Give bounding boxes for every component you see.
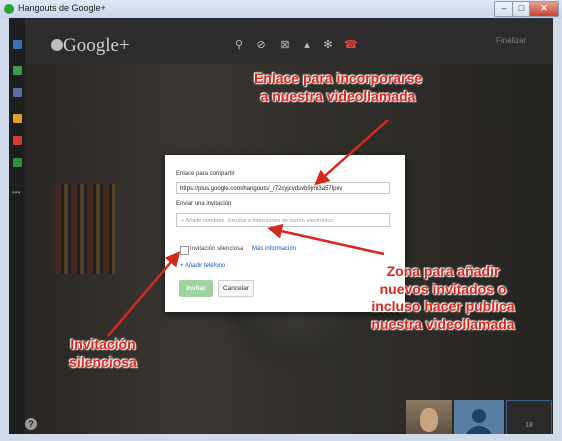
annotation-invite-line3: incluso hacer publica: [371, 298, 515, 314]
annotation-silent-line1: Invitación: [70, 336, 136, 352]
annotation-invite-line2: nuevos invitados o: [379, 280, 507, 297]
arrow-to-share-link: [314, 119, 389, 186]
annotation-share-link: Enlace para incorporarse a nuestra video…: [218, 70, 458, 105]
annotation-invite-line1: Zona para añadir: [386, 263, 500, 279]
annotation-silent-invite: Invitación silenciosa: [48, 336, 158, 371]
annotation-invite-line4: nuestra videollamada: [371, 315, 515, 332]
annotation-invite-zone: Zona para añadir nuevos invitados o incl…: [345, 263, 541, 333]
annotation-arrows: [107, 119, 389, 337]
annotation-share-line2: a nuestra videollamada: [260, 87, 416, 104]
app-window: Hangouts de Google+ – □ ✕ ••• Google+ ⚲ …: [0, 0, 562, 441]
annotation-share-line1: Enlace para incorporarse: [253, 70, 423, 86]
arrow-to-invite-input: [267, 223, 385, 256]
annotation-silent-line2: silenciosa: [69, 353, 137, 370]
arrow-to-silent-invite: [107, 251, 181, 337]
